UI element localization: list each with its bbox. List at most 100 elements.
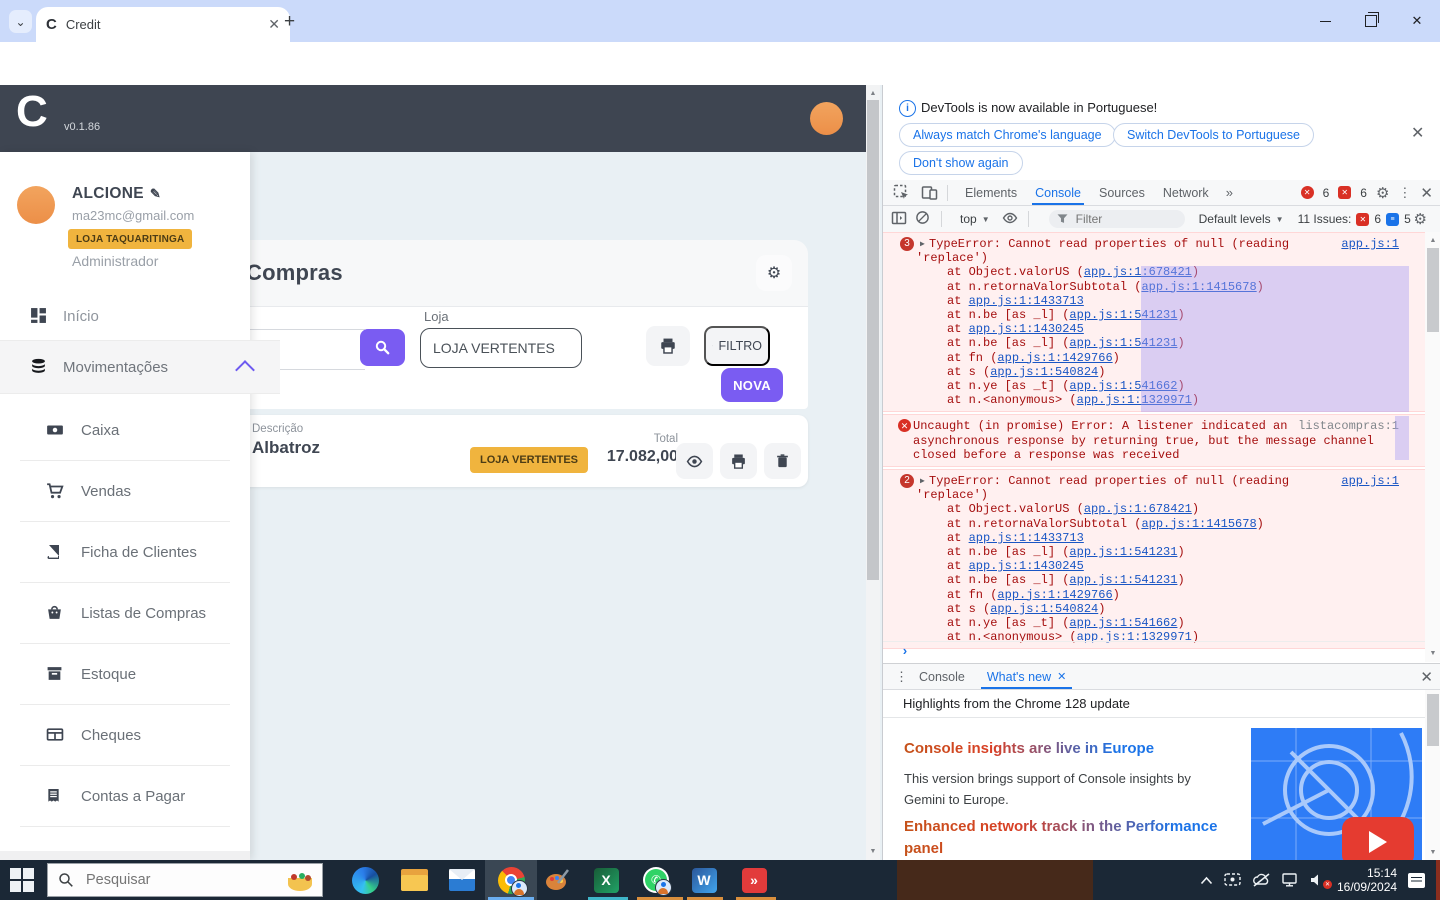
- screen-cast-icon[interactable]: [1224, 873, 1241, 887]
- start-button[interactable]: [10, 868, 34, 892]
- action-center-icon[interactable]: [1408, 873, 1425, 888]
- stack-frame-link[interactable]: app.js:1:678421: [1084, 265, 1192, 279]
- tab-sources[interactable]: Sources: [1090, 180, 1154, 205]
- source-location-link[interactable]: app.js:1: [1341, 237, 1399, 251]
- stack-frame-link[interactable]: app.js:1:541231: [1069, 545, 1177, 559]
- switch-devtools-portuguese-button[interactable]: Switch DevTools to Portuguese: [1113, 123, 1314, 147]
- infobar-close-icon[interactable]: ✕: [1411, 123, 1424, 143]
- tray-chevron-icon[interactable]: [1200, 876, 1213, 885]
- drawer-tab-console[interactable]: Console: [908, 664, 976, 689]
- network-icon[interactable]: [1282, 873, 1299, 887]
- console-scrollbar[interactable]: ▲ ▼: [1425, 232, 1440, 662]
- nova-button[interactable]: NOVA: [721, 368, 783, 402]
- stack-frame-link[interactable]: app.js:1:541231: [1069, 336, 1177, 350]
- whatsapp-icon[interactable]: ✆: [642, 866, 670, 894]
- filtro-button[interactable]: FILTRO: [704, 326, 770, 366]
- stack-frame-link[interactable]: app.js:1:1429766: [997, 351, 1112, 365]
- devtools-settings-gear-icon[interactable]: ⚙: [1376, 184, 1389, 202]
- console-settings-gear-icon[interactable]: ⚙: [1414, 210, 1427, 228]
- sidebar-item-listas-de-compras[interactable]: Listas de Compras: [0, 583, 250, 643]
- drawer-scrollbar-thumb[interactable]: [1427, 694, 1439, 746]
- stack-frame-link[interactable]: app.js:1:1433713: [969, 531, 1084, 545]
- scroll-up-icon[interactable]: ▲: [1425, 234, 1440, 247]
- drawer-close-icon[interactable]: ✕: [1420, 668, 1433, 686]
- stack-frame-link[interactable]: app.js:1:1415678: [1141, 517, 1256, 531]
- stack-frame-link[interactable]: app.js:1:1433713: [969, 294, 1084, 308]
- search-button[interactable]: [360, 329, 405, 366]
- always-match-language-button[interactable]: Always match Chrome's language: [899, 123, 1116, 147]
- console-prompt[interactable]: ›: [883, 641, 1425, 661]
- clear-console-icon[interactable]: [915, 210, 933, 228]
- sidebar-item-contas-a-pagar[interactable]: Contas a Pagar: [0, 766, 250, 826]
- youtube-play-button[interactable]: [1342, 817, 1414, 861]
- sidebar-item-caixa[interactable]: Caixa: [0, 400, 250, 460]
- loja-select[interactable]: LOJA VERTENTES: [420, 328, 582, 368]
- whats-new-video-thumbnail[interactable]: [1251, 728, 1422, 861]
- sidebar-item-vendas[interactable]: Vendas: [0, 461, 250, 521]
- sidebar-item-ficha-de-clientes[interactable]: Ficha de Clientes: [0, 522, 250, 582]
- header-user-avatar[interactable]: [810, 102, 843, 135]
- context-selector[interactable]: top▼: [960, 212, 990, 226]
- file-explorer-icon[interactable]: [400, 866, 428, 894]
- tab-search-chevron-icon[interactable]: ⌄: [9, 10, 32, 33]
- paint-icon[interactable]: [543, 866, 571, 894]
- tab-console[interactable]: Console: [1026, 180, 1090, 205]
- log-levels-dropdown[interactable]: Default levels▼: [1199, 212, 1284, 226]
- console-sidebar-toggle-icon[interactable]: [891, 210, 909, 228]
- stack-frame-link[interactable]: app.js:1:1329971: [1077, 393, 1192, 407]
- sidebar-item-inicio[interactable]: Início: [0, 292, 280, 340]
- stack-frame-link[interactable]: app.js:1:1415678: [1141, 280, 1256, 294]
- drawer-scrollbar[interactable]: ▼: [1425, 690, 1440, 861]
- source-location-link[interactable]: app.js:1: [1341, 474, 1399, 488]
- stack-frame-link[interactable]: app.js:1:540824: [990, 365, 1098, 379]
- row-print-icon[interactable]: [720, 443, 757, 479]
- volume-muted-icon[interactable]: ✕: [1310, 873, 1326, 887]
- drawer-tab-close-icon[interactable]: ✕: [1057, 670, 1066, 683]
- scroll-down-icon[interactable]: ▼: [866, 845, 880, 858]
- page-scrollbar[interactable]: ▲ ▼: [866, 85, 880, 860]
- whats-new-article-title-2[interactable]: Enhanced network track in the Performanc…: [904, 816, 1224, 860]
- card-settings-gear-icon[interactable]: ⚙: [756, 255, 792, 291]
- stack-frame-link[interactable]: app.js:1:1429766: [997, 588, 1112, 602]
- issues-summary[interactable]: 11 Issues: ✕ 6 ≡ 5: [1298, 212, 1411, 226]
- devtools-menu-icon[interactable]: ⋮: [1398, 185, 1411, 201]
- stack-frame-link[interactable]: app.js:1:1430245: [969, 559, 1084, 573]
- tab-close-icon[interactable]: ✕: [268, 16, 280, 33]
- sidebar-item-movimentacoes[interactable]: Movimentações: [0, 340, 280, 394]
- delete-trash-icon[interactable]: [764, 443, 801, 479]
- view-eye-icon[interactable]: [676, 443, 713, 479]
- edit-pencil-icon[interactable]: ✎: [150, 186, 161, 201]
- scroll-down-icon[interactable]: ▼: [1425, 846, 1440, 859]
- stack-frame-link[interactable]: app.js:1:678421: [1084, 502, 1192, 516]
- window-minimize-button[interactable]: [1302, 0, 1348, 42]
- window-restore-button[interactable]: [1348, 0, 1394, 42]
- taskbar-search[interactable]: [47, 863, 323, 897]
- compra-row[interactable]: Descrição Albatroz LOJA VERTENTES Total …: [230, 415, 808, 487]
- mail-icon[interactable]: [448, 866, 476, 894]
- tab-elements[interactable]: Elements: [956, 180, 1026, 205]
- live-expression-eye-icon[interactable]: [1002, 210, 1020, 228]
- browser-tab[interactable]: C Credit ✕: [36, 7, 290, 42]
- console-filter[interactable]: [1049, 210, 1185, 228]
- issues-indicator-icon[interactable]: ✕: [1338, 186, 1351, 199]
- tray-clock[interactable]: 15:14 16/09/2024: [1337, 866, 1397, 894]
- filter-input[interactable]: [1074, 211, 1158, 227]
- sidebar-item-estoque[interactable]: Estoque: [0, 644, 250, 704]
- expand-arrow-icon[interactable]: ▶: [920, 475, 925, 489]
- taskbar-search-input[interactable]: [84, 871, 278, 889]
- device-toolbar-icon[interactable]: [921, 184, 939, 202]
- stack-frame-link[interactable]: app.js:1:540824: [990, 602, 1098, 616]
- sidebar-item-cheques[interactable]: Cheques: [0, 705, 250, 765]
- drawer-tab-whats-new[interactable]: What's new✕: [976, 664, 1077, 689]
- excel-icon[interactable]: X: [592, 866, 620, 894]
- scroll-down-icon[interactable]: ▼: [1425, 647, 1440, 660]
- edge-icon[interactable]: [351, 866, 379, 894]
- scroll-up-icon[interactable]: ▲: [866, 87, 880, 100]
- expand-arrow-icon[interactable]: ▶: [920, 238, 925, 252]
- word-icon[interactable]: W: [690, 866, 718, 894]
- onedrive-offline-icon[interactable]: [1252, 873, 1271, 887]
- stack-frame-link[interactable]: app.js:1:541662: [1069, 379, 1177, 393]
- remote-app-icon[interactable]: »: [740, 866, 768, 894]
- chrome-icon[interactable]: [497, 866, 525, 894]
- window-close-button[interactable]: ✕: [1394, 0, 1440, 42]
